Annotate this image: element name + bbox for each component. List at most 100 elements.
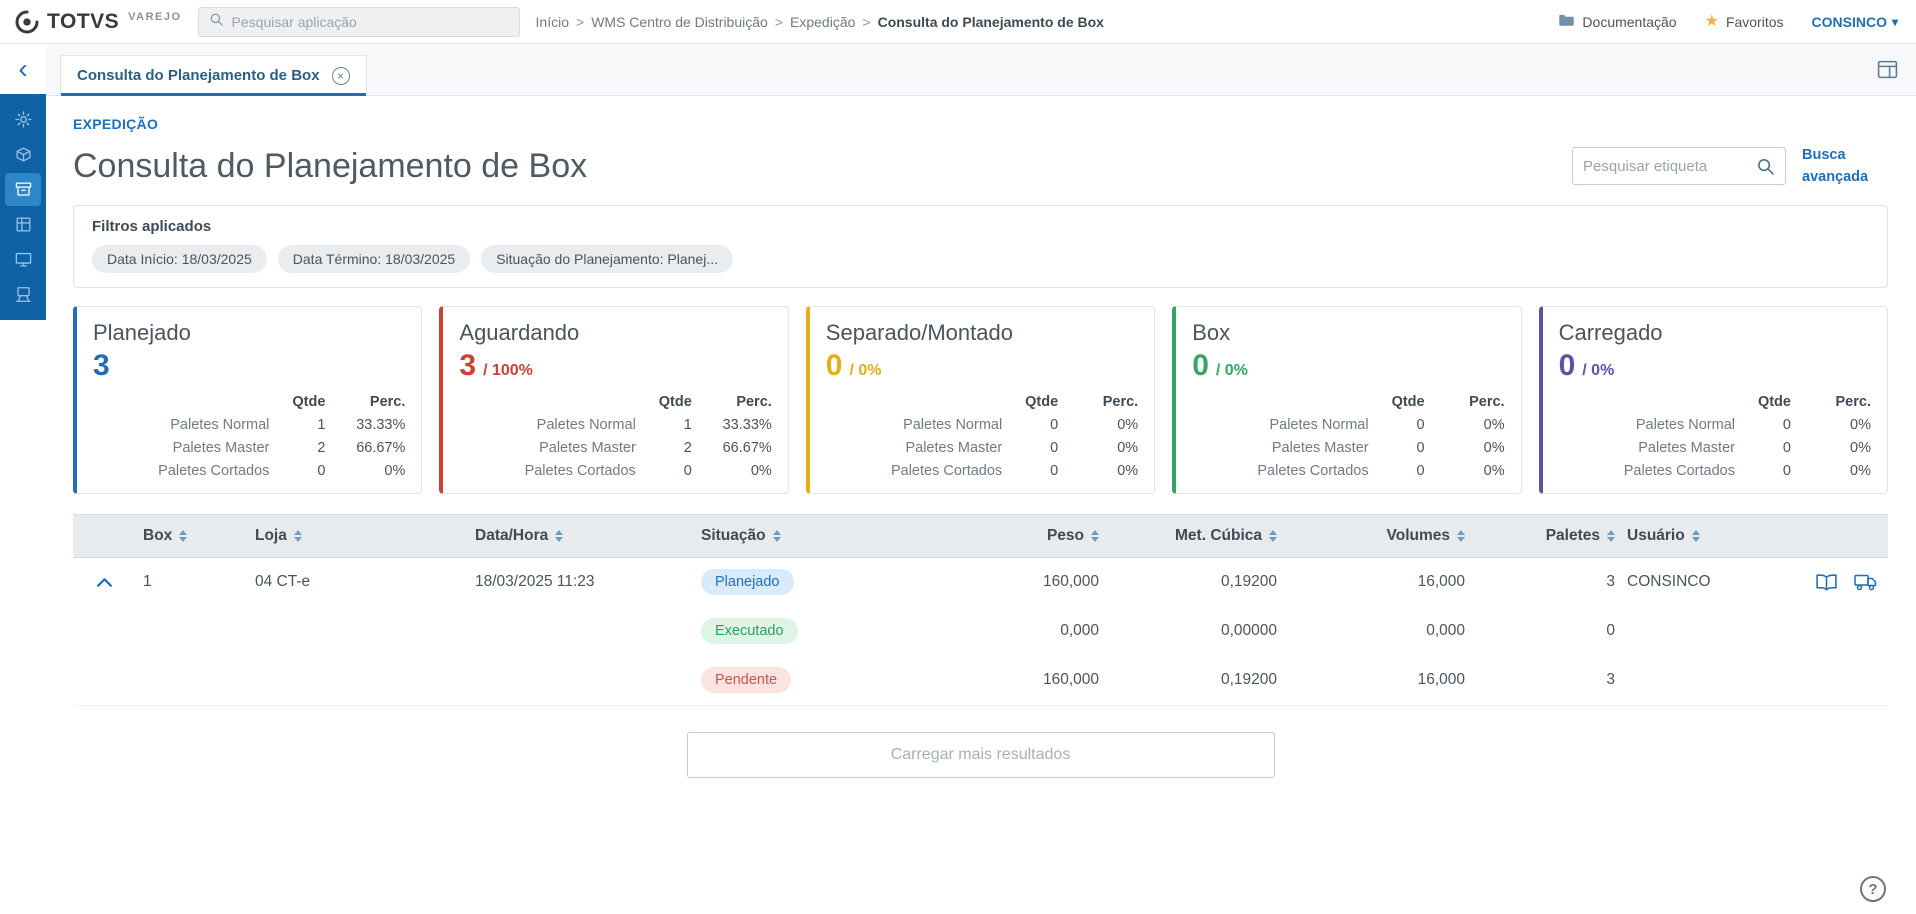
favorites-label: Favoritos [1725, 13, 1784, 30]
sidebar-collapse-button[interactable]: ‹ [0, 44, 46, 94]
chevron-down-icon: ▾ [1891, 14, 1898, 29]
favorites-link[interactable]: ★ Favoritos [1704, 12, 1784, 30]
row-actions [1779, 574, 1888, 591]
report-icon[interactable] [1815, 574, 1838, 591]
status-badge: Planejado [701, 569, 794, 596]
sort-icon [179, 529, 188, 542]
topbar: TOTVS VAREJO Início > WMS Centro de Dist… [0, 0, 1916, 44]
tab-options-icon[interactable] [1877, 60, 1898, 79]
card-percent: / 0% [1215, 361, 1248, 379]
help-button[interactable]: ? [1860, 876, 1886, 902]
sidebar: ‹ [0, 44, 46, 913]
column-header-datahora[interactable]: Data/Hora [467, 527, 693, 545]
sidebar-menu [0, 94, 46, 320]
column-header-volumes[interactable]: Volumes [1281, 527, 1469, 545]
col-qtde: Qtde [1025, 393, 1059, 410]
sidebar-item-monitor[interactable] [5, 243, 41, 276]
card-breakdown: Qtde Perc. Paletes Normal 1 33.33% Palet… [93, 394, 405, 479]
tag-search-input[interactable] [1583, 157, 1756, 175]
status-badge: Executado [701, 618, 798, 645]
row-label: Paletes Master [172, 439, 270, 456]
load-more-button[interactable]: Carregar mais resultados [686, 731, 1275, 778]
row-qtde: 0 [1416, 439, 1425, 456]
tab-close-icon[interactable]: × [331, 66, 350, 85]
gear-icon [14, 110, 33, 129]
search-icon[interactable] [1756, 157, 1775, 176]
main-area: Consulta do Planejamento de Box × EXPEDI… [46, 44, 1916, 913]
col-perc: Perc. [1835, 393, 1871, 410]
sidebar-item-settings[interactable] [5, 103, 41, 136]
sidebar-item-terminal[interactable] [5, 278, 41, 311]
row-perc: 0% [750, 462, 772, 479]
breadcrumb-link[interactable]: Início [536, 14, 569, 30]
col-perc: Perc. [1469, 393, 1505, 410]
filter-chip-data-termino[interactable]: Data Término: 18/03/2025 [277, 244, 471, 273]
title-actions: Busca avançada [1572, 144, 1888, 189]
app-search [197, 6, 520, 37]
column-header-loja[interactable]: Loja [247, 527, 467, 545]
cell-paletes: 3 [1606, 671, 1615, 689]
card-aguardando: Aguardando 3 / 100% Qtde Perc. Paletes N… [439, 305, 789, 494]
tag-search [1572, 147, 1786, 186]
cell-box: 1 [143, 573, 152, 591]
row-qtde: 0 [683, 462, 692, 479]
sort-icon [772, 529, 781, 542]
advanced-search-link[interactable]: Busca avançada [1802, 144, 1888, 189]
module-label: EXPEDIÇÃO [73, 116, 159, 132]
column-header-met-cubica[interactable]: Met. Cúbica [1103, 527, 1281, 545]
row-qtde: 0 [1416, 462, 1425, 479]
card-separado-montado: Separado/Montado 0 / 0% Qtde Perc. Palet… [805, 305, 1156, 494]
row-perc: 33.33% [722, 416, 772, 433]
row-label: Paletes Normal [1269, 416, 1369, 433]
row-label: Paletes Normal [903, 416, 1003, 433]
cell-cubica: 0,00000 [1220, 622, 1277, 640]
breadcrumb: Início > WMS Centro de Distribuição > Ex… [536, 14, 1104, 30]
filter-chip-data-inicio[interactable]: Data Início: 18/03/2025 [92, 244, 267, 273]
row-qtde: 0 [1050, 462, 1059, 479]
documentation-link[interactable]: Documentação [1558, 13, 1677, 30]
row-qtde: 0 [1782, 462, 1791, 479]
table-header-row: Box Loja Data/Hora Situação Peso Met. Cú… [73, 513, 1888, 558]
sidebar-item-grid[interactable] [5, 208, 41, 241]
sort-icon [1269, 529, 1277, 542]
row-qtde: 0 [1050, 416, 1059, 433]
cell-datahora: 18/03/2025 11:23 [475, 573, 595, 591]
cell-peso: 0,000 [1060, 622, 1099, 640]
column-header-situacao[interactable]: Situação [693, 527, 903, 545]
tab-label: Consulta do Planejamento de Box [77, 67, 320, 84]
app-search-input[interactable] [231, 13, 509, 30]
row-perc: 33.33% [356, 416, 406, 433]
sort-icon [1457, 529, 1465, 542]
sidebar-item-box[interactable] [5, 173, 41, 206]
table-subrow: Executado 0,000 0,00000 0,000 0 [73, 606, 1888, 656]
applied-filters-card: Filtros aplicados Data Início: 18/03/202… [73, 204, 1888, 288]
row-label: Paletes Normal [1635, 416, 1735, 433]
row-expand-chevron[interactable] [73, 577, 135, 588]
card-value: 0 [1192, 348, 1209, 382]
breadcrumb-link[interactable]: Expedição [790, 14, 855, 30]
cell-paletes: 3 [1606, 573, 1615, 591]
user-menu[interactable]: CONSINCO ▾ [1812, 14, 1898, 30]
cell-volumes: 16,000 [1417, 671, 1465, 689]
column-header-usuario[interactable]: Usuário [1619, 527, 1779, 545]
row-label: Paletes Master [539, 439, 636, 456]
card-breakdown: Qtde Perc. Paletes Normal 1 33.33% Palet… [459, 394, 772, 479]
column-header-box[interactable]: Box [135, 527, 247, 545]
results-table: Box Loja Data/Hora Situação Peso Met. Cú… [73, 513, 1888, 706]
tab-consulta-planejamento-box[interactable]: Consulta do Planejamento de Box × [60, 55, 367, 96]
breadcrumb-link[interactable]: WMS Centro de Distribuição [591, 14, 768, 30]
row-qtde: 0 [317, 462, 326, 479]
sort-icon [293, 529, 302, 542]
filter-chip-situacao[interactable]: Situação do Planejamento: Planej... [481, 244, 733, 273]
card-value: 0 [825, 348, 843, 382]
row-label: Paletes Cortados [890, 462, 1003, 479]
star-icon: ★ [1704, 12, 1719, 30]
brand-product: VAREJO [128, 10, 182, 23]
row-perc: 66.67% [356, 439, 406, 456]
column-header-paletes[interactable]: Paletes [1469, 527, 1619, 545]
app-window: TOTVS VAREJO Início > WMS Centro de Dist… [0, 0, 1916, 914]
cell-situacao: Pendente [693, 667, 903, 694]
sidebar-item-package[interactable] [5, 138, 41, 171]
column-header-peso[interactable]: Peso [903, 527, 1103, 545]
truck-icon[interactable] [1854, 574, 1878, 591]
